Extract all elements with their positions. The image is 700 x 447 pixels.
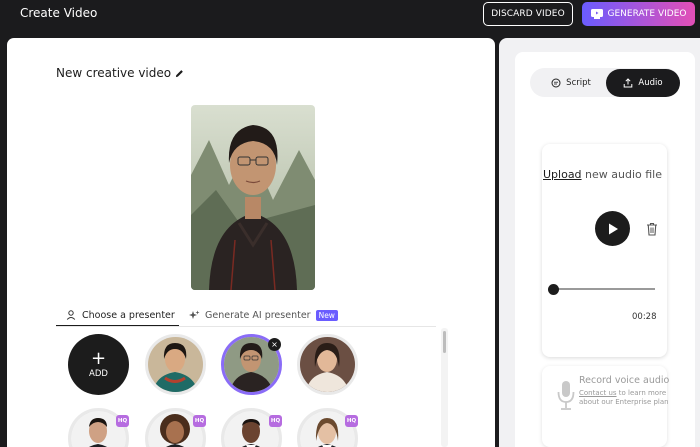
hq-badge: HQ (193, 415, 206, 427)
add-presenter-button[interactable]: + ADD (68, 334, 129, 395)
contact-us-link[interactable]: Contact us (579, 389, 617, 397)
presenter-avatar[interactable] (297, 334, 358, 395)
plus-icon: + (90, 347, 107, 369)
generate-video-label: GENERATE VIDEO (607, 9, 687, 19)
presenter-preview (191, 105, 315, 290)
new-badge: New (315, 309, 338, 321)
tab-generate-ai-presenter-label: Generate AI presenter (205, 309, 311, 321)
tab-generate-ai-presenter[interactable]: Generate AI presenter New (189, 305, 338, 325)
audio-progress-track[interactable] (553, 288, 655, 290)
video-icon (590, 9, 603, 19)
tab-choose-presenter-label: Choose a presenter (82, 309, 175, 321)
record-voice-title: Record voice audio (579, 375, 670, 386)
audio-progress-handle[interactable] (548, 284, 559, 295)
tab-audio[interactable]: Audio (606, 69, 680, 97)
microphone-icon (557, 381, 575, 410)
tab-choose-presenter[interactable]: Choose a presenter (56, 305, 179, 327)
tab-divider (56, 326, 436, 327)
scrollbar-thumb[interactable] (443, 331, 446, 353)
audio-duration: 00:28 (632, 312, 657, 322)
hq-badge: HQ (116, 415, 129, 427)
upload-link[interactable]: Upload (543, 168, 582, 181)
presenter-avatar[interactable] (145, 334, 206, 395)
presenter-avatar-image (148, 337, 203, 392)
add-presenter-label: ADD (89, 368, 108, 379)
hq-badge: HQ (345, 415, 358, 427)
generate-video-button[interactable]: GENERATE VIDEO (582, 2, 695, 26)
play-icon (608, 223, 618, 234)
play-button[interactable] (595, 211, 630, 246)
presenter-preview-image (191, 105, 315, 290)
sparkle-icon (189, 310, 200, 319)
page-title: Create Video (20, 6, 98, 20)
upload-text: new audio file (585, 168, 663, 181)
discard-video-button[interactable]: DISCARD VIDEO (483, 2, 573, 26)
tab-script[interactable]: Script (538, 70, 604, 95)
presenter-avatar-image (300, 337, 355, 392)
remove-presenter-icon[interactable]: × (268, 338, 281, 351)
hq-badge: HQ (269, 415, 282, 427)
upload-icon (624, 78, 633, 88)
upload-audio-line: Upload new audio file (543, 168, 662, 181)
pencil-icon[interactable] (175, 69, 184, 78)
user-icon (66, 310, 76, 320)
tab-audio-label: Audio (638, 78, 663, 88)
chat-icon (551, 78, 561, 87)
video-title[interactable]: New creative video (56, 66, 184, 80)
tab-script-label: Script (566, 77, 591, 88)
trash-icon[interactable] (646, 222, 658, 236)
video-title-text: New creative video (56, 66, 172, 80)
record-voice-description: Contact us to learn more about our Enter… (579, 389, 669, 407)
